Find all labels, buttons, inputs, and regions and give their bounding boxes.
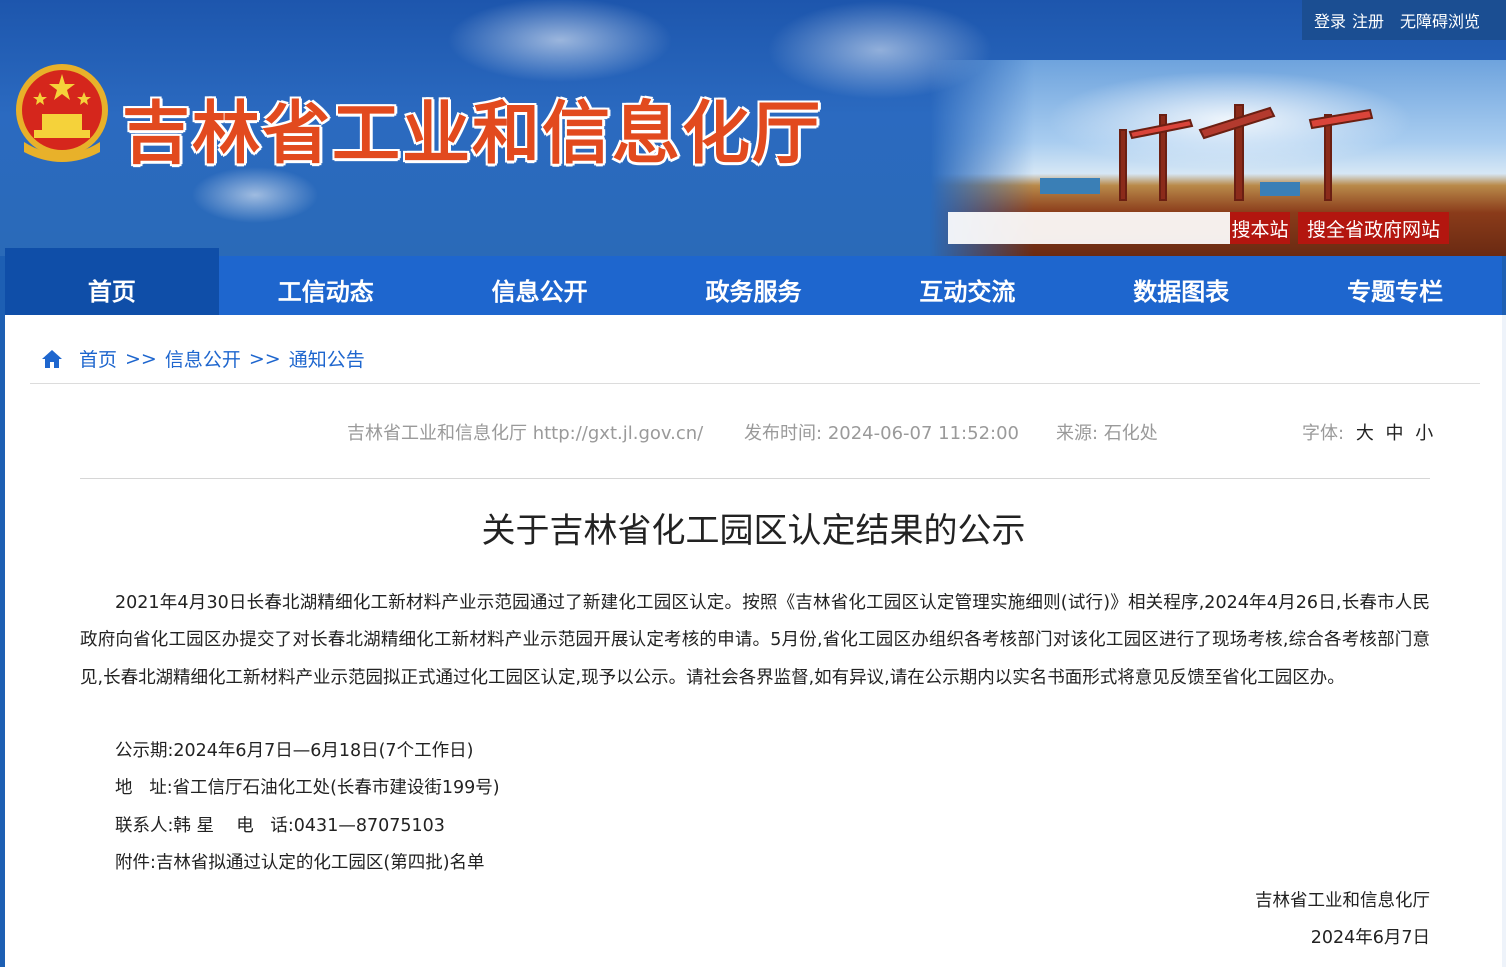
nav-item-services[interactable]: 政务服务 (647, 256, 861, 315)
publish-time-label: 发布时间: (744, 423, 823, 444)
font-size-medium[interactable]: 中 (1386, 423, 1404, 444)
accessibility-link[interactable]: 无障碍浏览 (1400, 8, 1480, 32)
main-nav: 首页 工信动态 信息公开 政务服务 互动交流 数据图表 专题专栏 (5, 248, 1502, 315)
article-paragraph: 2021年4月30日长春北湖精细化工新材料产业示范园通过了新建化工园区认定。按照… (80, 593, 1430, 688)
nav-item-topics[interactable]: 专题专栏 (1288, 256, 1502, 315)
nav-item-data-charts[interactable]: 数据图表 (1074, 256, 1288, 315)
font-size-label: 字体: (1302, 423, 1345, 444)
nav-item-home[interactable]: 首页 (5, 248, 219, 315)
divider (80, 478, 1430, 479)
signature-date: 2024年6月7日 (1310, 928, 1430, 948)
breadcrumb: 首页 >> 信息公开 >> 通知公告 (41, 345, 365, 372)
contact: 联系人:韩 星 电 话:0431—87075103 (115, 816, 445, 836)
search-bar: 搜本站 搜全省政府网站 (948, 212, 1449, 244)
breadcrumb-notices[interactable]: 通知公告 (289, 345, 365, 372)
article-page: 首页 >> 信息公开 >> 通知公告 吉林省工业和信息化厅 http://gxt… (5, 315, 1502, 967)
notice-period: 公示期:2024年6月7日—6月18日(7个工作日) (115, 741, 474, 761)
attachment: 附件:吉林省拟通过认定的化工园区(第四批)名单 (115, 853, 485, 873)
search-all-gov-button[interactable]: 搜全省政府网站 (1298, 212, 1449, 244)
address: 地 址:省工信厅石油化工处(长春市建设街199号) (115, 778, 500, 798)
nav-item-interaction[interactable]: 互动交流 (860, 256, 1074, 315)
source-label: 来源: (1056, 423, 1099, 444)
login-link[interactable]: 登录 (1314, 8, 1346, 32)
site-banner: 吉林省工业和信息化厅 登录 注册 无障碍浏览 搜本站 搜全省政府网站 (0, 0, 1506, 256)
publish-time-value: 2024-06-07 11:52:00 (827, 423, 1019, 444)
nav-item-news[interactable]: 工信动态 (219, 256, 433, 315)
publish-time: 发布时间: 2024-06-07 11:52:00 (744, 419, 1019, 445)
home-icon[interactable] (41, 349, 63, 369)
breadcrumb-separator: >> (125, 347, 157, 370)
breadcrumb-separator: >> (248, 347, 281, 370)
article-title: 关于吉林省化工园区认定结果的公示 (481, 511, 1026, 551)
national-emblem-logo (16, 64, 108, 162)
page-edge (1502, 315, 1506, 967)
font-size-switcher: 字体: 大 中 小 (1302, 419, 1433, 445)
article-source: 来源: 石化处 (1056, 419, 1158, 445)
search-input[interactable] (948, 212, 1230, 244)
site-title: 吉林省工业和信息化厅 (122, 94, 823, 174)
top-utility-bar: 登录 注册 无障碍浏览 (1302, 0, 1506, 40)
font-size-large[interactable]: 大 (1356, 423, 1374, 444)
font-size-small[interactable]: 小 (1415, 423, 1433, 444)
signature-org: 吉林省工业和信息化厅 (1255, 891, 1430, 911)
divider (30, 383, 1480, 384)
source-value: 石化处 (1103, 423, 1158, 444)
register-link[interactable]: 注册 (1352, 8, 1384, 32)
nav-item-disclosure[interactable]: 信息公开 (433, 256, 647, 315)
breadcrumb-disclosure[interactable]: 信息公开 (165, 345, 241, 372)
breadcrumb-home[interactable]: 首页 (79, 345, 117, 372)
search-site-button[interactable]: 搜本站 (1230, 212, 1290, 244)
source-site: 吉林省工业和信息化厅 http://gxt.jl.gov.cn/ (347, 423, 704, 444)
